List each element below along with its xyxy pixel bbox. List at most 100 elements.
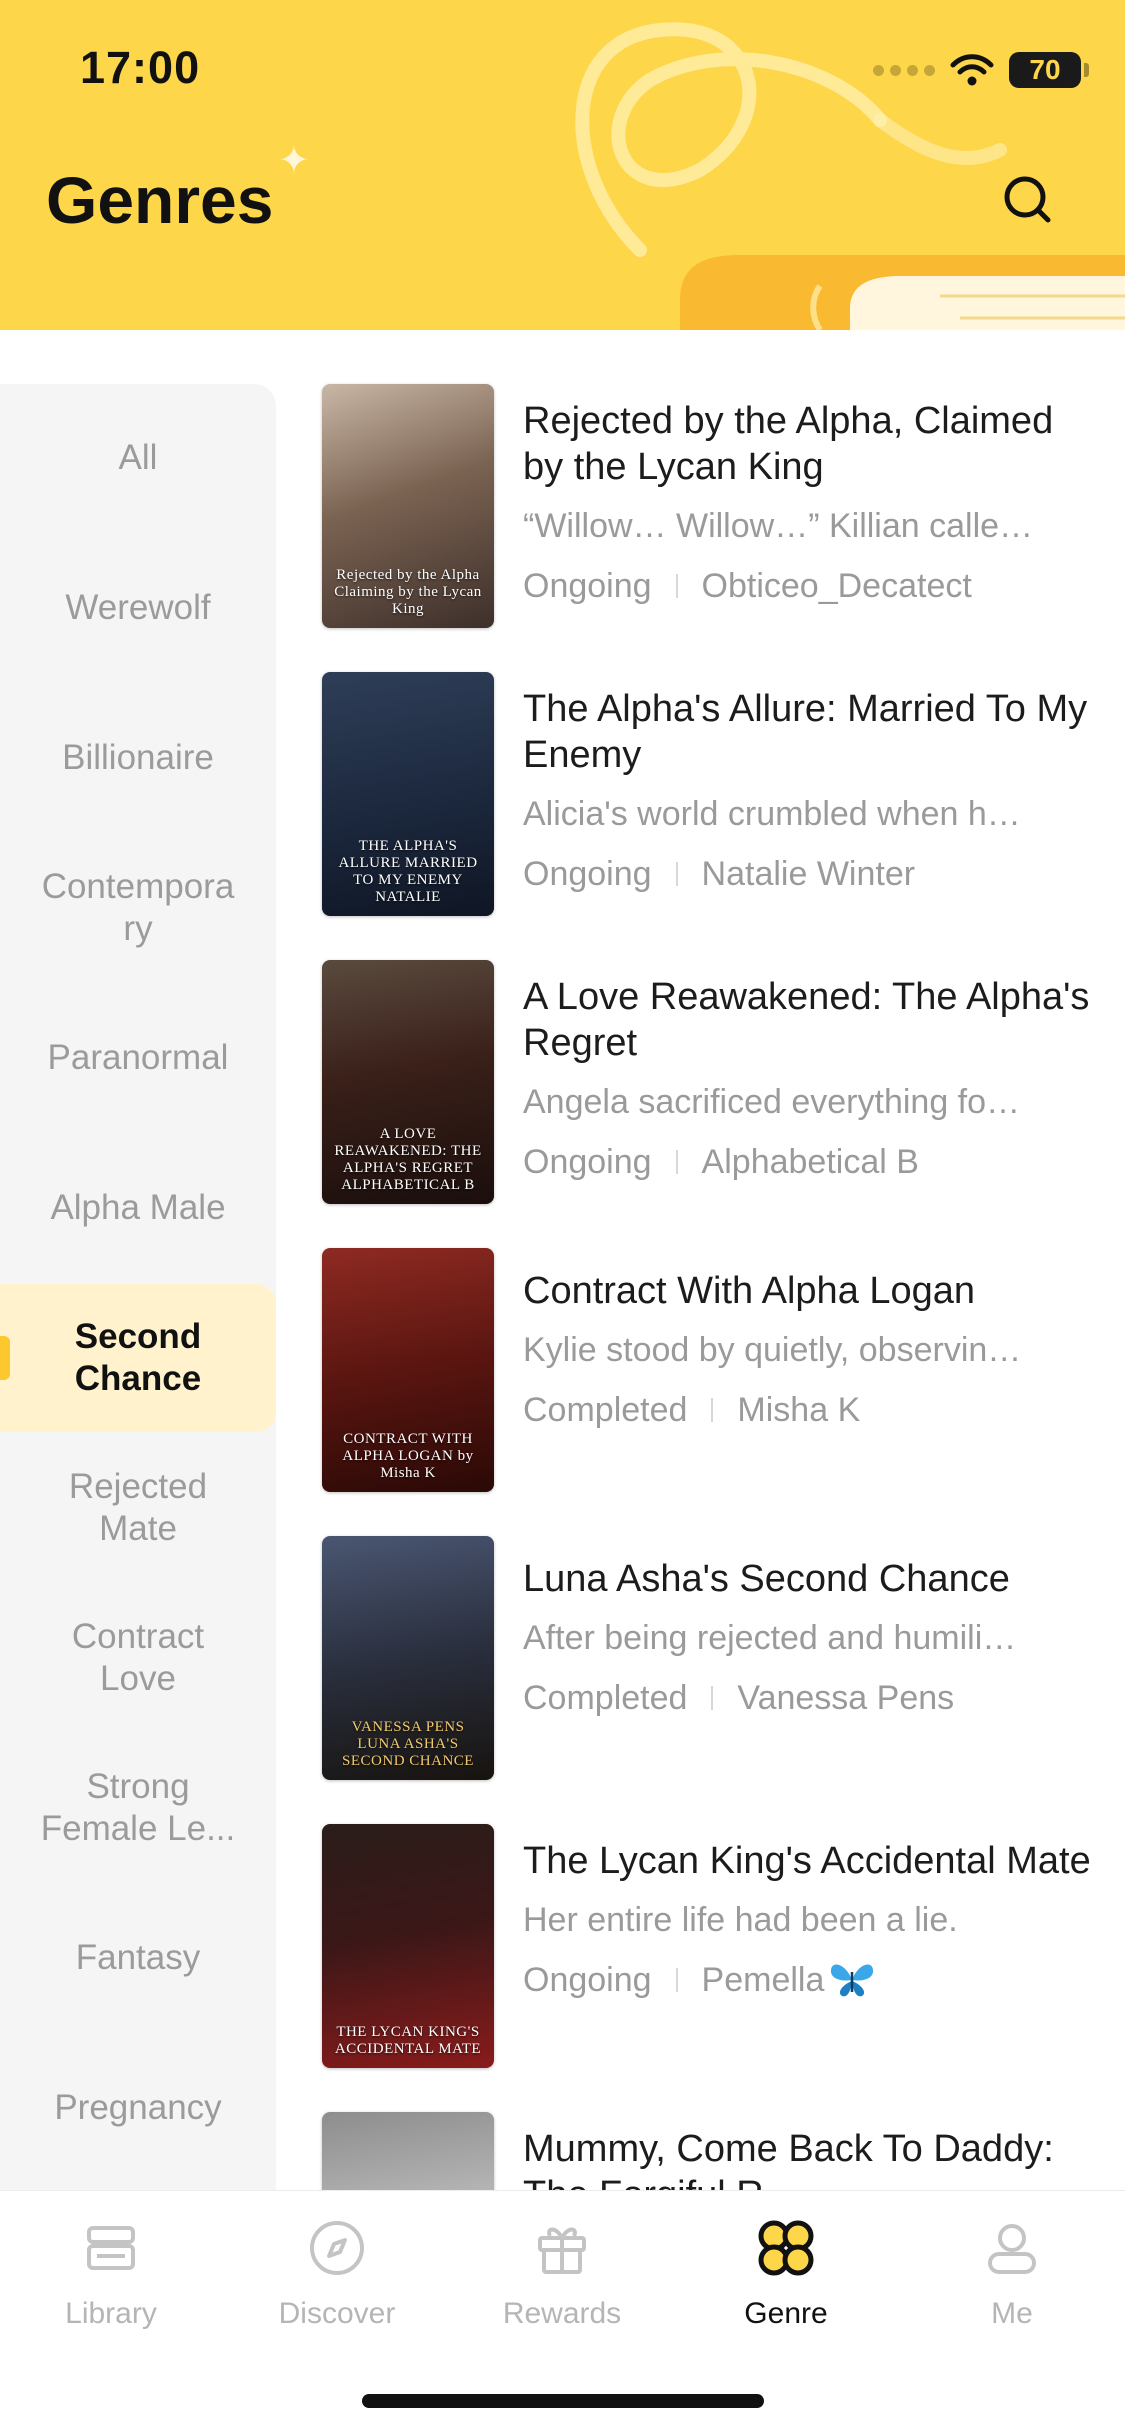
tab-label: Rewards bbox=[502, 2297, 622, 2330]
book-title: Rejected by the Alpha, Claimed by the Ly… bbox=[523, 400, 1054, 488]
cover-title: CONTRACT WITH ALPHA LOGAN by Misha K bbox=[342, 1431, 474, 1481]
book-meta: Ongoing Obticeo_Decatect bbox=[523, 566, 1103, 606]
tab-me[interactable]: Me bbox=[922, 2215, 1102, 2335]
cover-title: VANESSA PENS LUNA ASHA'S SECOND CHANCE bbox=[342, 1719, 474, 1769]
sidebar-item-label: Pregnancy bbox=[54, 2088, 222, 2127]
book-description: Angela sacrificed everything fo… bbox=[523, 1083, 1021, 1121]
book-description: Her entire life had been a lie. bbox=[523, 1901, 958, 1939]
tab-label: Me bbox=[991, 2297, 1033, 2330]
book-title: Contract With Alpha Logan bbox=[523, 1270, 976, 1312]
book-title: Luna Asha's Second Chance bbox=[523, 1558, 1010, 1600]
sidebar-item-contract-love[interactable]: Contract Love bbox=[0, 1584, 276, 1732]
book-list: Rejected by the Alpha Claiming by the Ly… bbox=[276, 330, 1125, 2190]
book-meta: Ongoing Pemella bbox=[523, 1960, 1103, 2000]
sidebar-item-second-chance[interactable]: Second Chance bbox=[0, 1284, 276, 1432]
cellular-signal-icon bbox=[873, 64, 935, 76]
book-author: Natalie Winter bbox=[701, 855, 916, 893]
cover-title: Rejected by the Alpha Claiming by the Ly… bbox=[334, 567, 482, 617]
sidebar-item-label: Billionaire bbox=[62, 738, 214, 777]
book-card[interactable]: CONTRACT WITH ALPHA LOGAN by Misha K Con… bbox=[322, 1248, 1112, 1493]
page-title: Genres bbox=[46, 163, 274, 237]
book-meta: Completed Vanessa Pens bbox=[523, 1678, 1103, 1718]
status-time: 17:00 bbox=[80, 42, 201, 93]
book-author: Pemella bbox=[701, 1961, 825, 1999]
sidebar-item-label: Contract Love bbox=[71, 1617, 205, 1698]
book-status: Ongoing bbox=[523, 1143, 652, 1181]
sidebar-item-label: All bbox=[118, 438, 158, 477]
book-description: After being rejected and humili… bbox=[523, 1619, 1017, 1657]
sidebar-item-label: Second Chance bbox=[74, 1317, 202, 1398]
book-cover[interactable] bbox=[322, 2112, 494, 2190]
book-meta: Ongoing Natalie Winter bbox=[523, 854, 1103, 894]
tab-library[interactable]: Library bbox=[21, 2215, 201, 2335]
sidebar-item-fantasy[interactable]: Fantasy bbox=[0, 1884, 276, 2032]
sidebar-item-label: Werewolf bbox=[65, 588, 211, 627]
genre-icon bbox=[758, 2220, 814, 2276]
header: 17:00 70 Genres ✦ bbox=[0, 0, 1125, 330]
status-icons: 70 bbox=[873, 48, 1089, 92]
book-author: Alphabetical B bbox=[701, 1143, 919, 1181]
book-cover[interactable]: VANESSA PENS LUNA ASHA'S SECOND CHANCE bbox=[322, 1536, 494, 1780]
sidebar-item-strong-female-lead[interactable]: Strong Female Le... bbox=[0, 1734, 276, 1882]
sidebar-item-label: Strong Female Le... bbox=[40, 1767, 236, 1848]
book-status: Ongoing bbox=[523, 567, 652, 605]
sidebar-item-alpha-male[interactable]: Alpha Male bbox=[0, 1134, 276, 1282]
divider bbox=[711, 1686, 714, 1710]
sidebar-item-label: Fantasy bbox=[75, 1938, 201, 1977]
tab-rewards[interactable]: Rewards bbox=[472, 2215, 652, 2335]
gift-icon bbox=[538, 2227, 586, 2274]
book-cover[interactable]: THE LYCAN KING'S ACCIDENTAL MATE bbox=[322, 1824, 494, 2068]
book-card[interactable]: A LOVE REAWAKENED: THE ALPHA'S REGRET AL… bbox=[322, 960, 1112, 1205]
search-icon bbox=[1004, 176, 1051, 223]
book-card[interactable]: THE ALPHA'S ALLURE MARRIED TO MY ENEMY N… bbox=[322, 672, 1112, 917]
cover-title: THE LYCAN KING'S ACCIDENTAL MATE bbox=[334, 2024, 482, 2057]
tab-discover[interactable]: Discover bbox=[247, 2215, 427, 2335]
cover-title: THE ALPHA'S ALLURE MARRIED TO MY ENEMY N… bbox=[338, 838, 478, 905]
search-button[interactable] bbox=[996, 168, 1060, 232]
book-author: Vanessa Pens bbox=[737, 1679, 955, 1717]
divider bbox=[675, 1150, 678, 1174]
book-card[interactable]: THE LYCAN KING'S ACCIDENTAL MATE The Lyc… bbox=[322, 1824, 1112, 2069]
book-description: Kylie stood by quietly, observin… bbox=[523, 1331, 1022, 1369]
active-indicator bbox=[0, 1336, 10, 1380]
sidebar-item-all[interactable]: All bbox=[0, 384, 276, 532]
library-icon bbox=[87, 2226, 135, 2270]
book-cover[interactable]: CONTRACT WITH ALPHA LOGAN by Misha K bbox=[322, 1248, 494, 1492]
sidebar-item-contemporary[interactable]: Contemporary bbox=[0, 834, 276, 982]
book-description: Alicia's world crumbled when h… bbox=[523, 795, 1021, 833]
book-author: Misha K bbox=[737, 1391, 861, 1429]
book-card[interactable]: Mummy, Come Back To Daddy: The Forgiful … bbox=[322, 2112, 1112, 2190]
sidebar-item-label: Paranormal bbox=[47, 1038, 229, 1077]
cover-title: A LOVE REAWAKENED: THE ALPHA'S REGRET AL… bbox=[334, 1126, 482, 1193]
book-cover[interactable]: A LOVE REAWAKENED: THE ALPHA'S REGRET AL… bbox=[322, 960, 494, 1204]
tab-label: Discover bbox=[278, 2297, 396, 2330]
book-title: The Lycan King's Accidental Mate bbox=[523, 1840, 1091, 1882]
tab-genre[interactable]: Genre bbox=[696, 2215, 876, 2335]
book-status: Ongoing bbox=[523, 855, 652, 893]
book-title: The Alpha's Allure: Married To My Enemy bbox=[523, 688, 1088, 776]
book-description: “Willow… Willow…” Killian calle… bbox=[523, 507, 1034, 545]
book-cover[interactable]: THE ALPHA'S ALLURE MARRIED TO MY ENEMY N… bbox=[322, 672, 494, 916]
book-meta: Completed Misha K bbox=[523, 1390, 1103, 1430]
divider bbox=[675, 574, 678, 598]
person-icon bbox=[988, 2224, 1036, 2274]
book-author: Obticeo_Decatect bbox=[701, 567, 972, 605]
home-indicator[interactable] bbox=[362, 2394, 764, 2408]
sidebar-item-rejected-mate[interactable]: Rejected Mate bbox=[0, 1434, 276, 1582]
sidebar-item-billionaire[interactable]: Billionaire bbox=[0, 684, 276, 832]
sidebar-item-paranormal[interactable]: Paranormal bbox=[0, 984, 276, 1132]
divider bbox=[711, 1398, 714, 1422]
book-card[interactable]: Rejected by the Alpha Claiming by the Ly… bbox=[322, 384, 1112, 629]
divider bbox=[675, 862, 678, 886]
battery-icon: 70 bbox=[1009, 52, 1089, 88]
sidebar-item-label: Rejected Mate bbox=[68, 1467, 208, 1548]
sidebar-item-pregnancy[interactable]: Pregnancy bbox=[0, 2034, 276, 2182]
book-status: Ongoing bbox=[523, 1961, 652, 1999]
sidebar-item-werewolf[interactable]: Werewolf bbox=[0, 534, 276, 682]
tab-label: Library bbox=[65, 2297, 157, 2330]
sidebar-item-label: Alpha Male bbox=[50, 1188, 226, 1227]
book-status: Completed bbox=[523, 1679, 688, 1717]
book-status: Completed bbox=[523, 1391, 688, 1429]
book-cover[interactable]: Rejected by the Alpha Claiming by the Ly… bbox=[322, 384, 494, 628]
book-card[interactable]: VANESSA PENS LUNA ASHA'S SECOND CHANCE L… bbox=[322, 1536, 1112, 1781]
